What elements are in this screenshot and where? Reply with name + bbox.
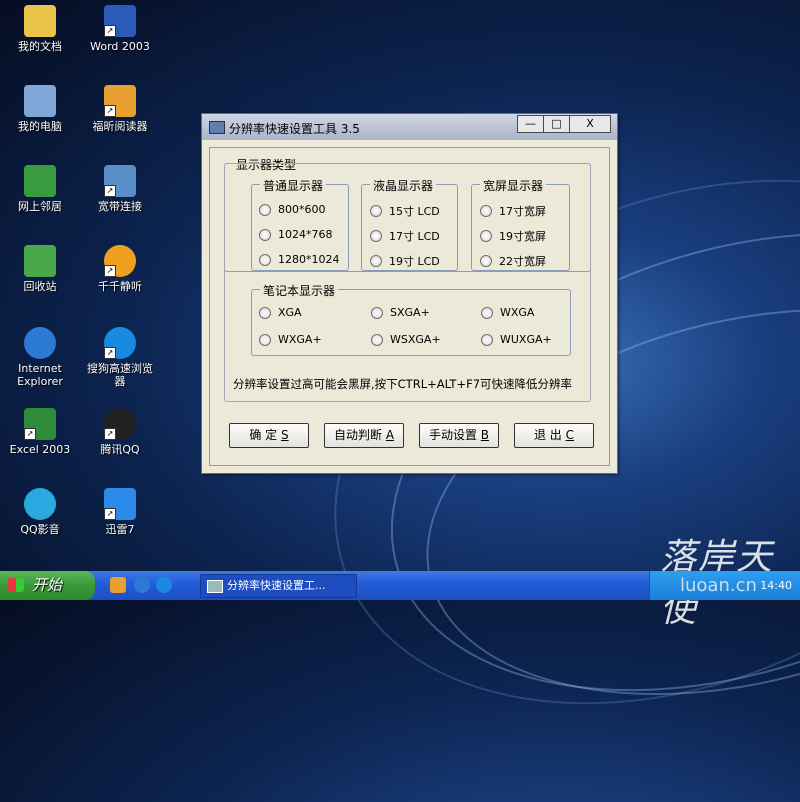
desktop-icon-label: 宽带连接: [98, 200, 142, 213]
desktop-icon-label: 搜狗高速浏览器: [87, 362, 153, 388]
desktop-icon-broadband[interactable]: ↗ 宽带连接: [80, 165, 160, 213]
my-computer-icon: [24, 85, 56, 117]
desktop-icon-qq-player[interactable]: QQ影音: [0, 488, 80, 536]
desktop-icon-label: 我的文档: [18, 40, 62, 53]
window-titlebar[interactable]: 分辨率快速设置工具 3.5 — □ X: [202, 114, 617, 140]
my-documents-icon: [24, 5, 56, 37]
outer-frame: [224, 163, 591, 402]
sogou-browser-icon: ↗: [104, 327, 136, 359]
quicklaunch-sogou-icon[interactable]: [156, 577, 172, 593]
quicklaunch-ie-icon[interactable]: [134, 577, 150, 593]
desktop-icon-word[interactable]: ↗ Word 2003: [80, 5, 160, 53]
desktop-icon-label: 千千静听: [98, 280, 142, 293]
desktop-icon-label: Excel 2003: [9, 443, 71, 456]
maximize-button[interactable]: □: [543, 115, 570, 133]
watermark-url: luoan.cn: [680, 575, 757, 596]
desktop-icon-sogou[interactable]: ↗ 搜狗高速浏览器: [80, 327, 160, 388]
desktop-icon-thunder[interactable]: ↗ 迅雷7: [80, 488, 160, 536]
desktop-icon-label: 我的电脑: [18, 120, 62, 133]
desktop-icon-recycle-bin[interactable]: 回收站: [0, 245, 80, 293]
quicklaunch-foxit-icon[interactable]: [110, 577, 126, 593]
desktop-icon-qq[interactable]: ↗ 腾讯QQ: [80, 408, 160, 456]
desktop-icon-label: Word 2003: [90, 40, 150, 53]
qq-icon: ↗: [104, 408, 136, 440]
desktop-icon-excel[interactable]: ↗ Excel 2003: [0, 408, 80, 456]
desktop-icon-label: 腾讯QQ: [100, 443, 140, 456]
desktop-icon-label: QQ影音: [20, 523, 60, 536]
ok-button[interactable]: 确 定 S: [229, 423, 309, 448]
desktop-icon-my-computer[interactable]: 我的电脑: [0, 85, 80, 133]
exit-button[interactable]: 退 出 C: [514, 423, 594, 448]
word-icon: ↗: [104, 5, 136, 37]
desktop-icon-label: 网上邻居: [18, 200, 62, 213]
window-controls: — □ X: [517, 115, 611, 133]
minimize-button[interactable]: —: [517, 115, 544, 133]
desktop-icon-ttplayer[interactable]: ↗ 千千静听: [80, 245, 160, 293]
auto-detect-button[interactable]: 自动判断 A: [324, 423, 404, 448]
desktop-icon-ie[interactable]: Internet Explorer: [0, 327, 80, 388]
window-title: 分辨率快速设置工具 3.5: [229, 122, 360, 136]
desktop-icon-label: 福昕阅读器: [92, 120, 148, 133]
foxit-reader-icon: ↗: [104, 85, 136, 117]
window-client-area: 显示器类型 普通显示器 800*600 1024*768 1280*1024 液…: [209, 147, 610, 466]
qq-player-icon: [24, 488, 56, 520]
desktop-icon-my-documents[interactable]: 我的文档: [0, 5, 80, 53]
resolution-hint: 分辨率设置过高可能会黑屏,按下CTRL+ALT+F7可快速降低分辨率: [233, 377, 573, 391]
desktop-icon-label: Internet Explorer: [17, 362, 63, 388]
taskbar-item-resolution-tool[interactable]: 分辨率快速设置工...: [200, 574, 357, 598]
ttplayer-icon: ↗: [104, 245, 136, 277]
start-button[interactable]: 开始: [0, 571, 95, 600]
desktop-icon-foxit[interactable]: ↗ 福昕阅读器: [80, 85, 160, 133]
windows-flag-icon: [8, 578, 24, 592]
recycle-bin-icon: [24, 245, 56, 277]
monitor-icon: [207, 580, 223, 593]
ie-icon: [24, 327, 56, 359]
close-button[interactable]: X: [569, 115, 611, 133]
clock[interactable]: 14:40: [760, 579, 792, 592]
excel-icon: ↗: [24, 408, 56, 440]
desktop-icon-label: 迅雷7: [105, 523, 135, 536]
broadband-icon: ↗: [104, 165, 136, 197]
monitor-icon: [209, 121, 225, 134]
network-icon: [24, 165, 56, 197]
resolution-tool-window: 分辨率快速设置工具 3.5 — □ X 显示器类型 普通显示器 800*600 …: [201, 113, 618, 474]
manual-set-button[interactable]: 手动设置 B: [419, 423, 499, 448]
desktop-icon-network[interactable]: 网上邻居: [0, 165, 80, 213]
thunder-icon: ↗: [104, 488, 136, 520]
desktop-icon-label: 回收站: [23, 280, 57, 293]
